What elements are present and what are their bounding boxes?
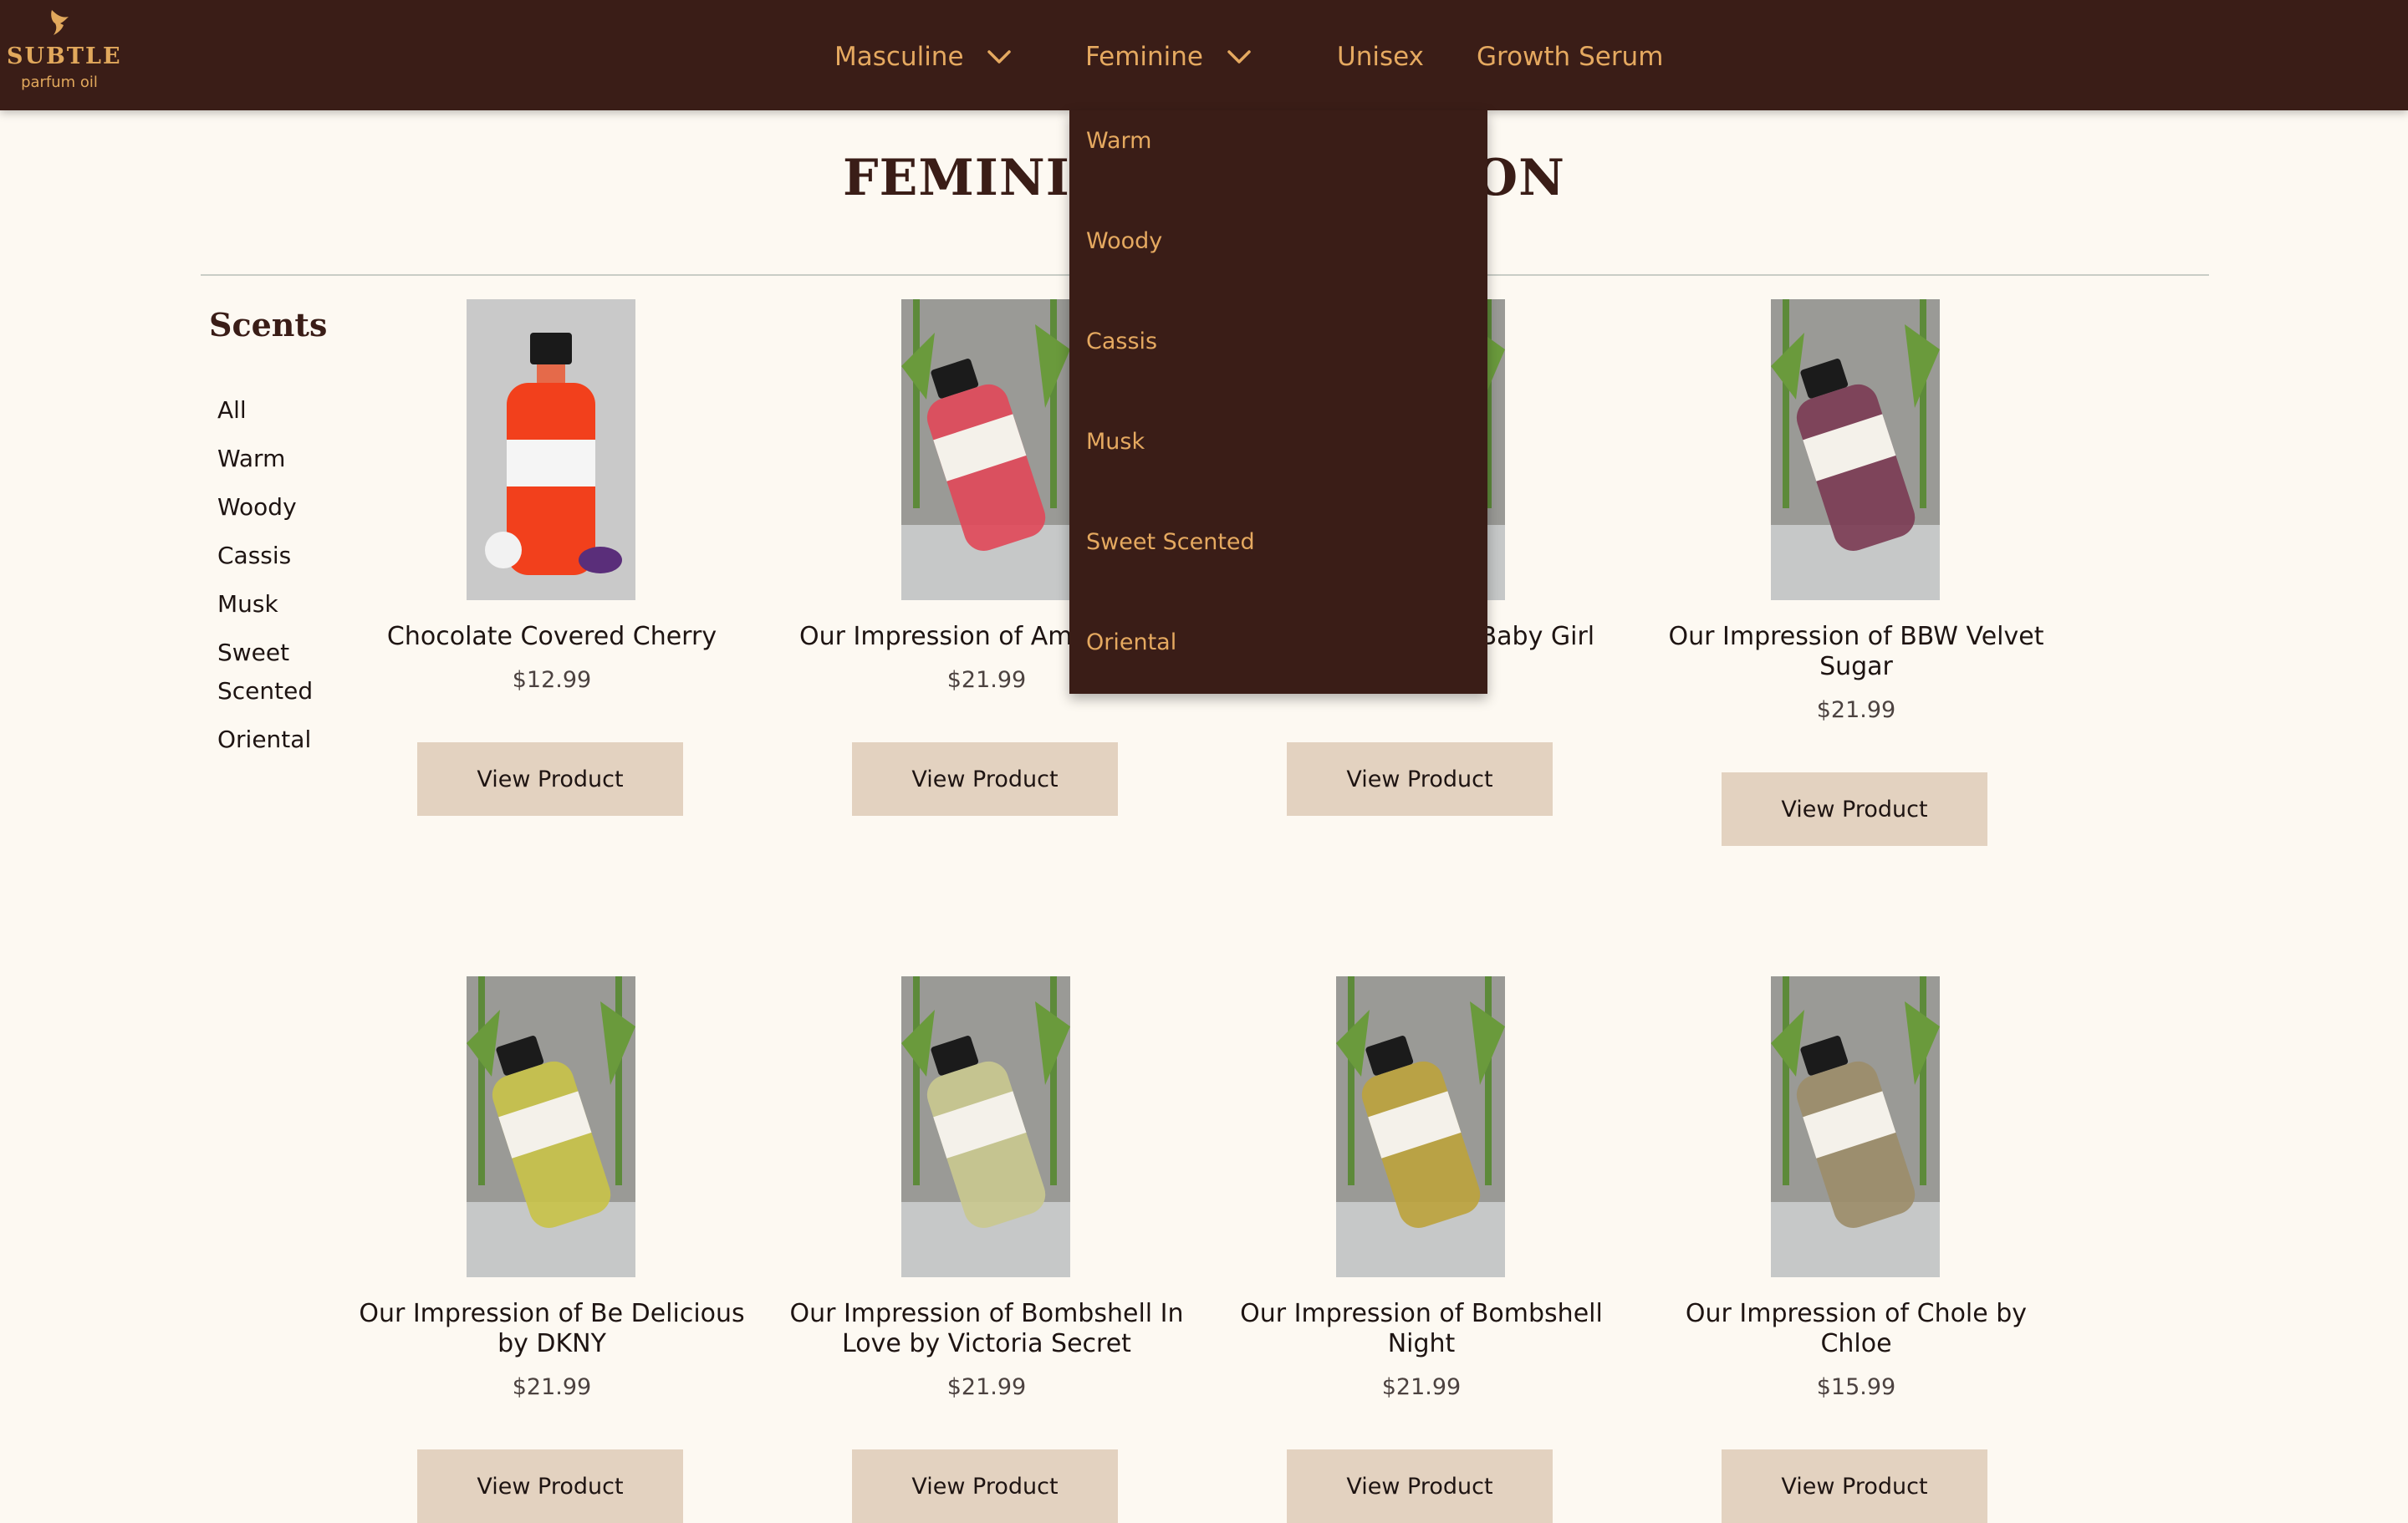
chevron-down-icon: [987, 49, 1012, 64]
view-product-button[interactable]: View Product: [417, 1449, 683, 1523]
product-name[interactable]: Chocolate Covered Cherry: [343, 622, 761, 652]
product-name[interactable]: Our Impression of Bombshell In Love by V…: [778, 1299, 1196, 1359]
nav-label: Growth Serum: [1477, 41, 1664, 72]
product-image[interactable]: [1771, 299, 1940, 600]
nav-label: Feminine: [1085, 41, 1203, 72]
view-product-button[interactable]: View Product: [1722, 1449, 1987, 1523]
scent-filter-cassis[interactable]: Cassis: [217, 537, 351, 575]
dropdown-item-oriental[interactable]: Oriental: [1086, 622, 1176, 664]
nav-unisex[interactable]: Unisex: [1337, 32, 1424, 79]
scent-filter-sweet-scented[interactable]: Sweet Scented: [217, 634, 351, 711]
product-name[interactable]: Our Impression of BBW Velvet Sugar: [1647, 622, 2065, 682]
logo[interactable]: SUBTLE parfum oil: [7, 7, 122, 94]
view-product-button[interactable]: View Product: [1287, 1449, 1553, 1523]
nav-masculine[interactable]: Masculine: [834, 32, 1012, 79]
scent-filter-all[interactable]: All: [217, 391, 351, 430]
product-price: $12.99: [512, 667, 592, 693]
scent-filter-oriental[interactable]: Oriental: [217, 721, 351, 759]
product-image[interactable]: [467, 299, 635, 600]
site-header: SUBTLE parfum oil Masculine Feminine Uni…: [0, 0, 2408, 110]
scent-filter-list: All Warm Woody Cassis Musk Sweet Scented…: [217, 391, 351, 769]
nav-feminine[interactable]: Feminine: [1085, 32, 1252, 79]
product-price: $15.99: [1816, 1374, 1896, 1400]
chevron-down-icon: [1227, 49, 1251, 64]
scent-filter-woody[interactable]: Woody: [217, 488, 351, 527]
feminine-dropdown-menu: Warm Woody Cassis Musk Sweet Scented Ori…: [1069, 110, 1487, 694]
dropdown-item-cassis[interactable]: Cassis: [1086, 321, 1157, 363]
product-price: $21.99: [946, 1374, 1027, 1400]
view-product-button[interactable]: View Product: [852, 742, 1118, 816]
dropdown-item-woody[interactable]: Woody: [1086, 221, 1162, 262]
bird-logo-icon: [51, 10, 69, 35]
product-price: $21.99: [1816, 697, 1896, 723]
view-product-button[interactable]: View Product: [852, 1449, 1118, 1523]
scent-filter-warm[interactable]: Warm: [217, 440, 351, 478]
product-image[interactable]: [901, 299, 1070, 600]
logo-tagline: parfum oil: [21, 74, 98, 91]
scent-filter-musk[interactable]: Musk: [217, 585, 351, 624]
product-image[interactable]: [901, 976, 1070, 1277]
sidebar-title: Scents: [209, 306, 328, 344]
product-price: $21.99: [1381, 1374, 1462, 1400]
view-product-button[interactable]: View Product: [1722, 772, 1987, 846]
logo-name: SUBTLE: [7, 43, 122, 69]
dropdown-item-warm[interactable]: Warm: [1086, 120, 1151, 162]
view-product-button[interactable]: View Product: [417, 742, 683, 816]
product-name[interactable]: Our Impression of Chole by Chloe: [1647, 1299, 2065, 1359]
product-image[interactable]: [1771, 976, 1940, 1277]
product-name[interactable]: Our Impression of Be Delicious by DKNY: [343, 1299, 761, 1359]
dropdown-item-sweet-scented[interactable]: Sweet Scented: [1086, 522, 1255, 563]
dropdown-item-musk[interactable]: Musk: [1086, 421, 1145, 463]
nav-growth-serum[interactable]: Growth Serum: [1477, 32, 1663, 79]
nav-label: Unisex: [1337, 41, 1424, 72]
view-product-button[interactable]: View Product: [1287, 742, 1553, 816]
product-price: $21.99: [512, 1374, 592, 1400]
product-name[interactable]: Our Impression of Bombshell Night: [1212, 1299, 1630, 1359]
nav-label: Masculine: [834, 41, 964, 72]
product-image[interactable]: [1336, 976, 1505, 1277]
product-image[interactable]: [467, 976, 635, 1277]
